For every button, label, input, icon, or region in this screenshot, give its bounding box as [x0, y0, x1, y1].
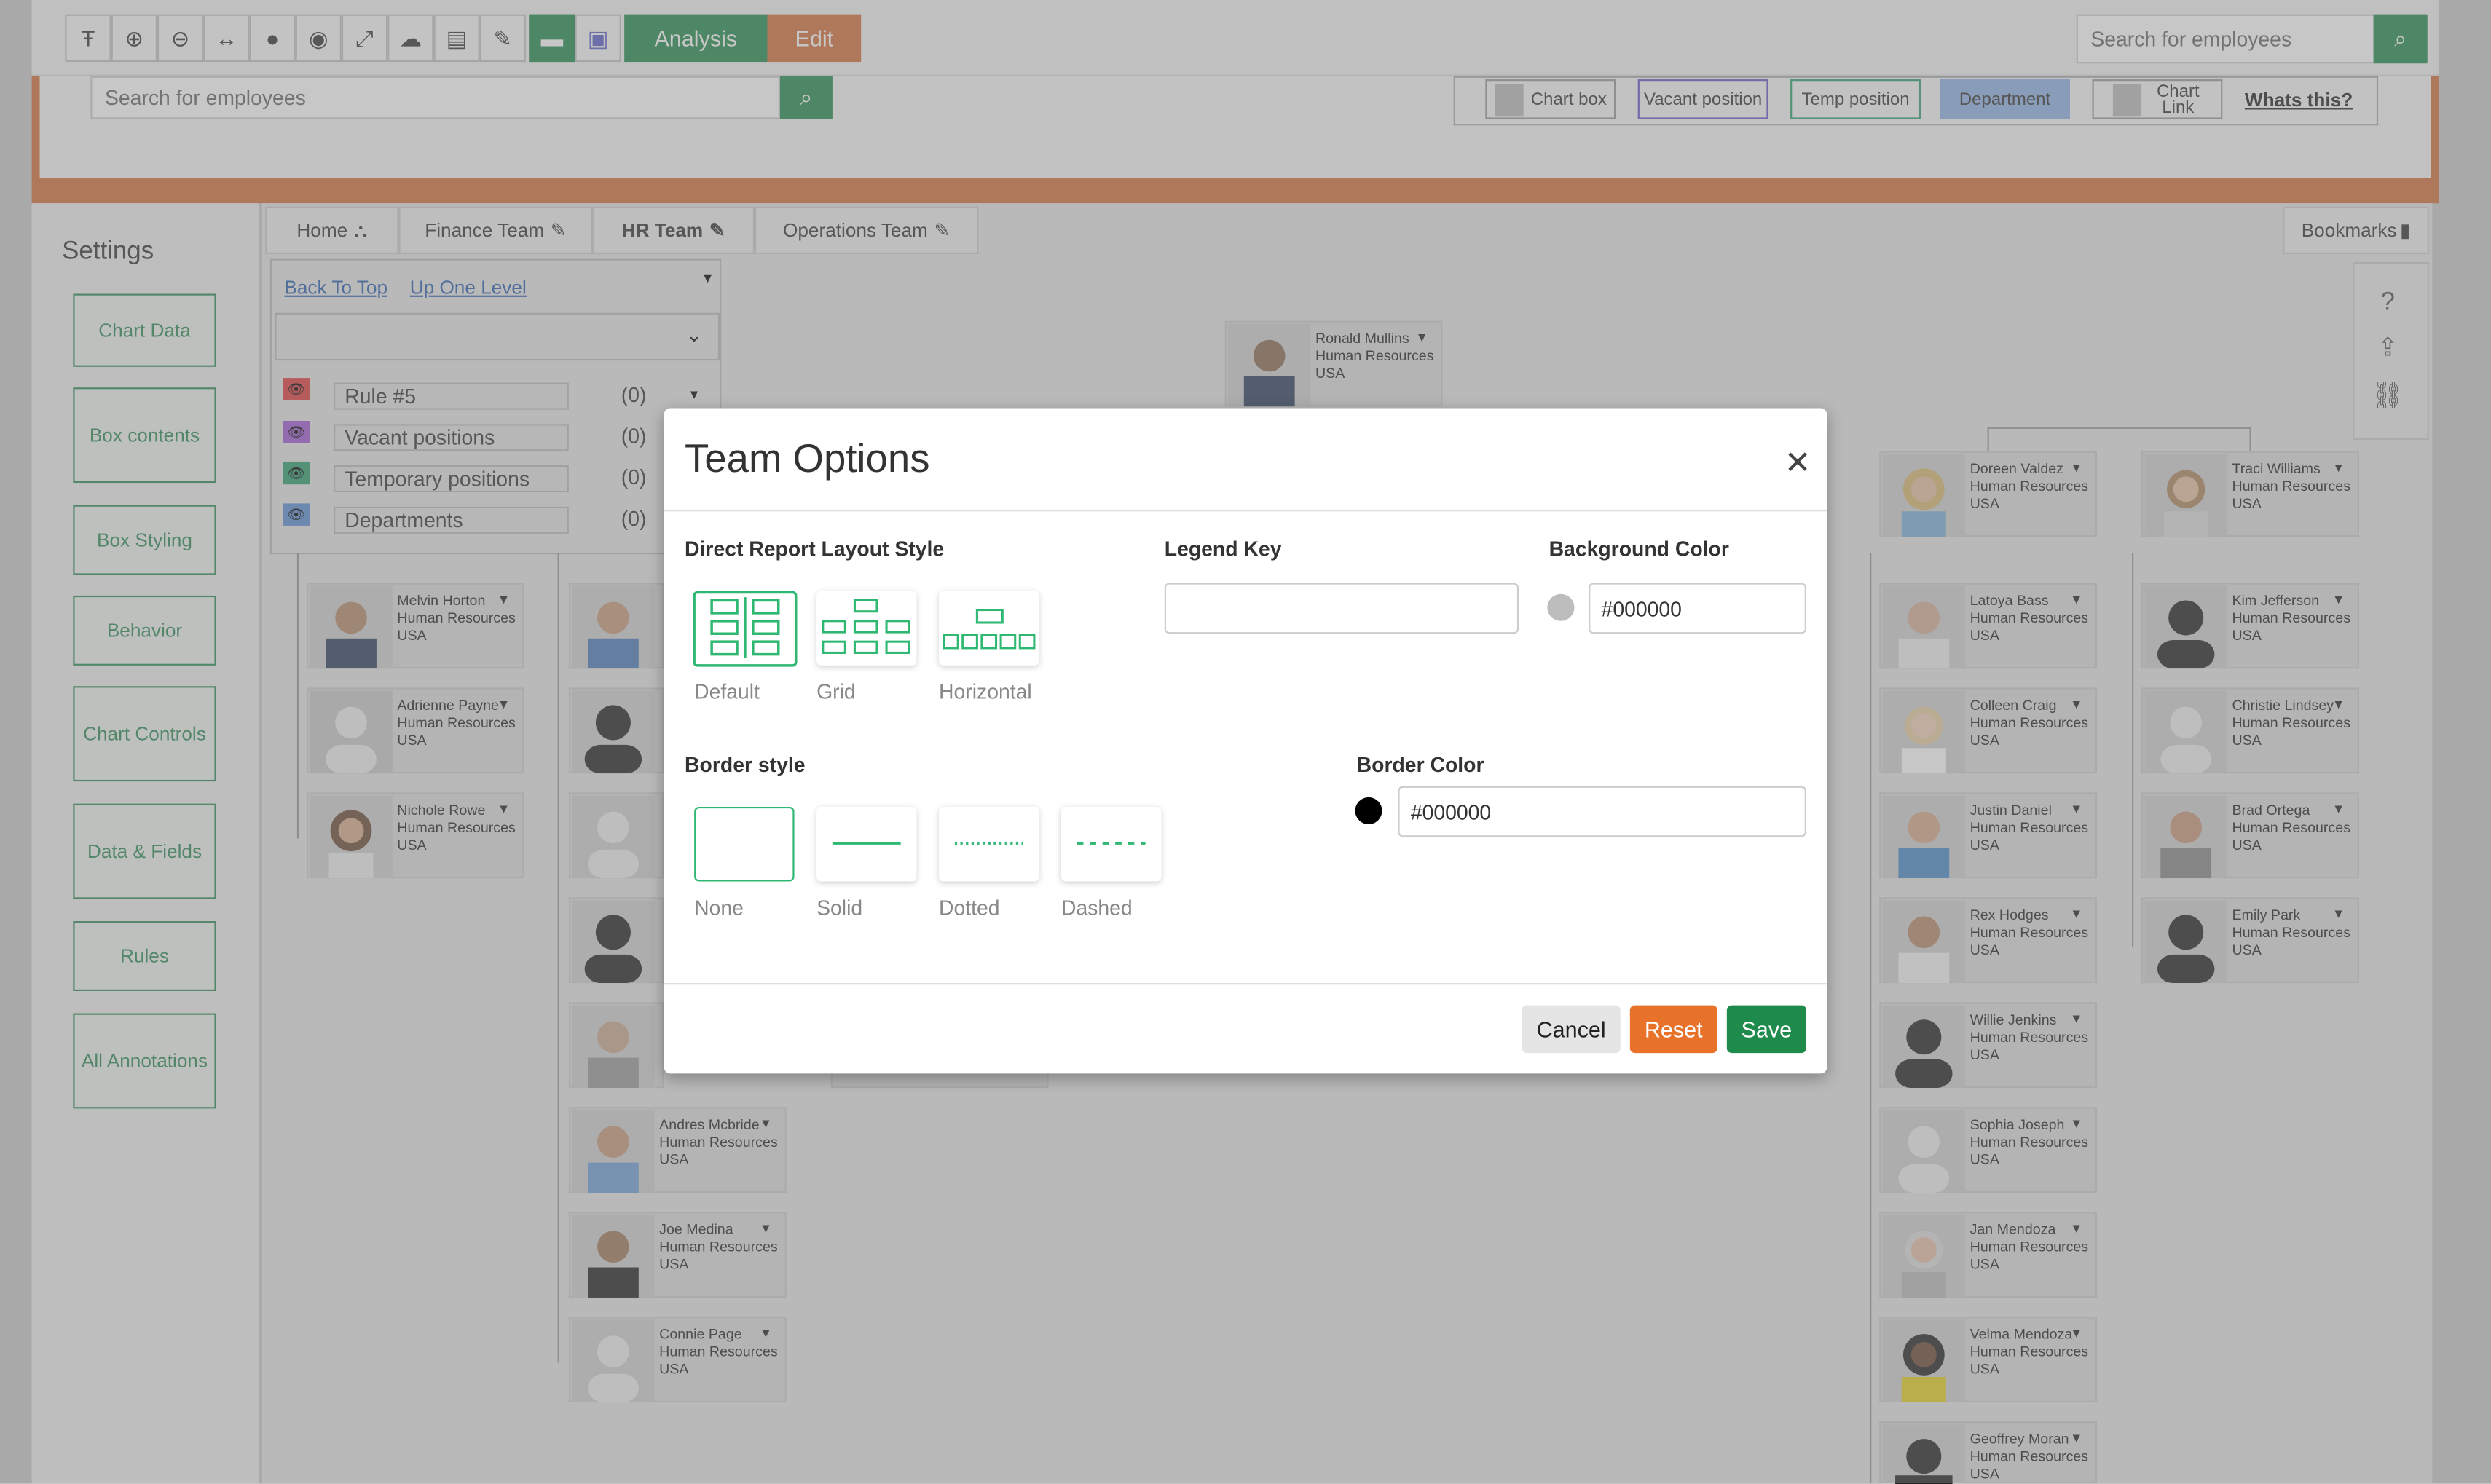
border-color-label: Border Color — [1356, 752, 1484, 777]
close-icon[interactable]: ✕ — [1784, 443, 1811, 484]
layout-horizontal-label: Horizontal — [939, 679, 1032, 704]
background-color-input[interactable]: #000000 — [1589, 583, 1806, 634]
divider — [664, 983, 1827, 985]
border-dotted-option[interactable] — [939, 806, 1039, 882]
background-color-swatch[interactable] — [1547, 593, 1575, 621]
app-root: Ŧ ⊕ ⊖ ↔ ● ◉ ⤢ ☁ ▤ ✎ ▬ ▣ Analysis Edit Se… — [0, 0, 2491, 1484]
border-solid-option[interactable] — [816, 806, 917, 882]
border-dashed-option[interactable] — [1060, 806, 1162, 882]
layout-grid-label: Grid — [816, 679, 856, 704]
layout-horizontal-option[interactable] — [939, 591, 1039, 666]
border-color-swatch[interactable] — [1355, 797, 1382, 824]
border-dashed-label: Dashed — [1060, 896, 1133, 920]
cancel-button[interactable]: Cancel — [1522, 1005, 1621, 1054]
reset-button[interactable]: Reset — [1629, 1005, 1717, 1054]
layout-style-label: Direct Report Layout Style — [685, 537, 945, 561]
border-dotted-label: Dotted — [939, 896, 1000, 920]
divider — [664, 510, 1827, 512]
team-options-dialog: Team Options ✕ Direct Report Layout Styl… — [664, 408, 1827, 1074]
border-color-input[interactable]: #000000 — [1398, 786, 1806, 837]
layout-grid-option[interactable] — [816, 591, 917, 666]
border-none-label: None — [694, 896, 744, 920]
legend-key-input[interactable] — [1164, 583, 1519, 634]
legend-key-label: Legend Key — [1164, 537, 1282, 561]
layout-default-option[interactable] — [692, 591, 798, 668]
dialog-title: Team Options — [685, 436, 930, 481]
border-style-label: Border style — [685, 752, 806, 777]
layout-default-label: Default — [694, 679, 760, 704]
border-none-option[interactable] — [694, 806, 795, 882]
background-color-label: Background Color — [1548, 537, 1729, 561]
save-button[interactable]: Save — [1726, 1005, 1806, 1054]
border-solid-label: Solid — [816, 896, 863, 920]
